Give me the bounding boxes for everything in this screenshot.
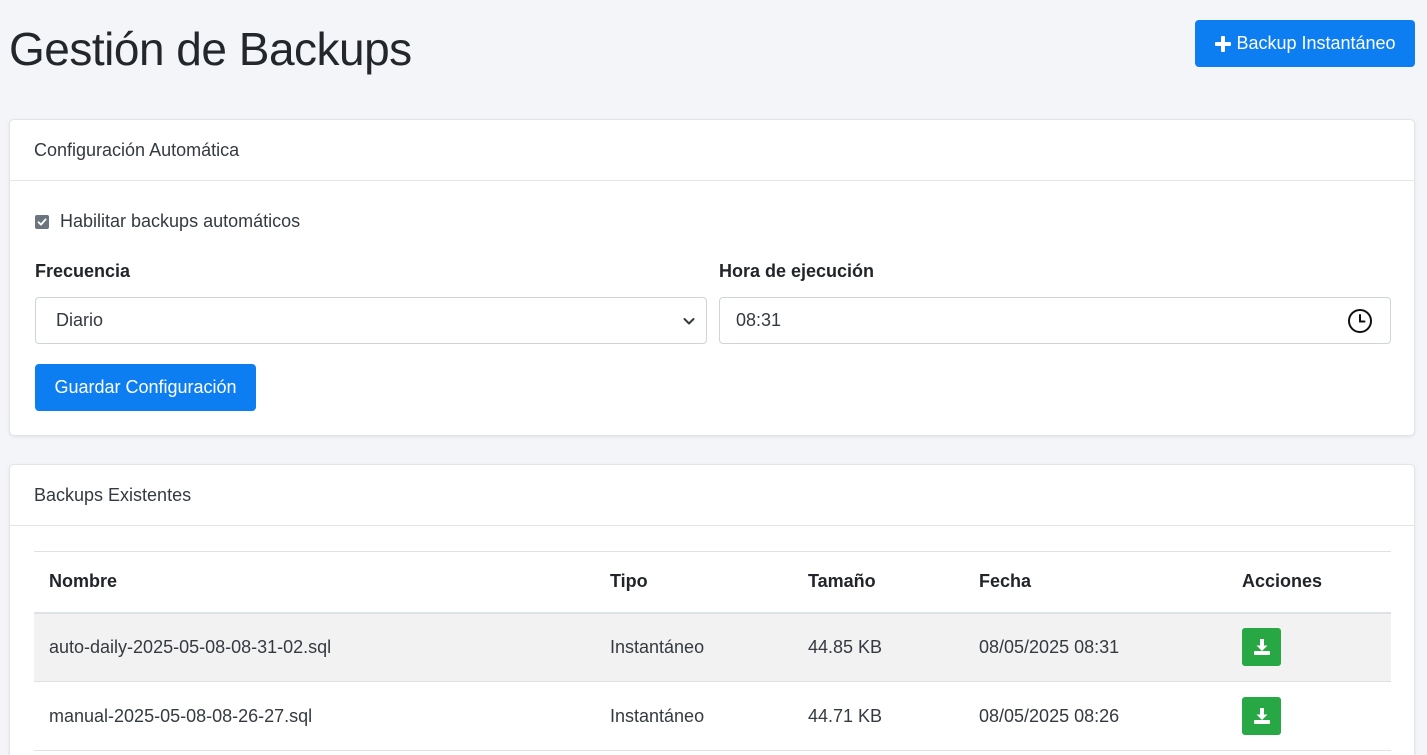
- page-title: Gestión de Backups: [9, 23, 412, 75]
- enable-auto-backup-label: Habilitar backups automáticos: [60, 211, 301, 231]
- download-button[interactable]: [1242, 697, 1281, 735]
- column-header-tamano: Tamaño: [808, 571, 876, 592]
- chevron-down-icon: [683, 317, 695, 324]
- backups-table: Nombre Tipo Tamaño Fecha Acciones auto-d…: [34, 551, 1391, 751]
- backups-card: Backups Existentes Nombre Tipo Tamaño Fe…: [9, 464, 1415, 755]
- plus-icon: [1214, 35, 1232, 53]
- frequency-select[interactable]: Diario: [35, 297, 707, 344]
- column-header-nombre: Nombre: [49, 571, 118, 592]
- cell-tipo: Instantáneo: [595, 612, 793, 682]
- time-input[interactable]: 08:31: [719, 297, 1391, 344]
- cell-fecha: 08/05/2025 08:26: [964, 681, 1227, 751]
- cell-tipo: Instantáneo: [595, 681, 793, 751]
- check-icon: [37, 218, 47, 225]
- column-header-fecha: Fecha: [979, 571, 1032, 592]
- enable-auto-backup-checkbox[interactable]: [35, 214, 49, 229]
- cell-fecha: 08/05/2025 08:31: [964, 612, 1227, 682]
- config-card: Configuración Automática Habilitar backu…: [9, 119, 1415, 436]
- enable-auto-backup-row[interactable]: Habilitar backups automáticos: [35, 211, 300, 232]
- table-row: manual-2025-05-08-08-26-27.sql Instantán…: [34, 681, 1391, 751]
- frequency-select-value: Diario: [56, 310, 104, 330]
- cell-tamano: 44.71 KB: [793, 681, 964, 751]
- backups-card-title: Backups Existentes: [10, 465, 1414, 526]
- download-icon: [1253, 708, 1270, 724]
- frequency-label: Frecuencia: [35, 261, 131, 281]
- cell-nombre: manual-2025-05-08-08-26-27.sql: [34, 681, 595, 751]
- clock-icon[interactable]: [1347, 308, 1373, 334]
- download-icon: [1253, 639, 1270, 656]
- config-card-title: Configuración Automática: [10, 120, 1414, 181]
- download-button[interactable]: [1242, 628, 1281, 667]
- cell-tamano: 44.85 KB: [793, 612, 964, 682]
- backups-table-wrap: Nombre Tipo Tamaño Fecha Acciones auto-d…: [34, 551, 1391, 751]
- instant-backup-label: Backup Instantáneo: [1236, 33, 1396, 53]
- time-label: Hora de ejecución: [719, 261, 875, 281]
- table-header-row: Nombre Tipo Tamaño Fecha Acciones: [34, 551, 1391, 613]
- cell-acciones: [1227, 612, 1391, 682]
- table-row: auto-daily-2025-05-08-08-31-02.sql Insta…: [34, 612, 1391, 682]
- save-config-button[interactable]: Guardar Configuración: [35, 364, 256, 411]
- time-input-value: 08:31: [736, 310, 782, 330]
- column-header-acciones: Acciones: [1242, 571, 1323, 592]
- cell-nombre: auto-daily-2025-05-08-08-31-02.sql: [34, 612, 595, 682]
- cell-acciones: [1227, 681, 1391, 751]
- instant-backup-button[interactable]: Backup Instantáneo: [1195, 20, 1415, 67]
- column-header-tipo: Tipo: [610, 571, 648, 592]
